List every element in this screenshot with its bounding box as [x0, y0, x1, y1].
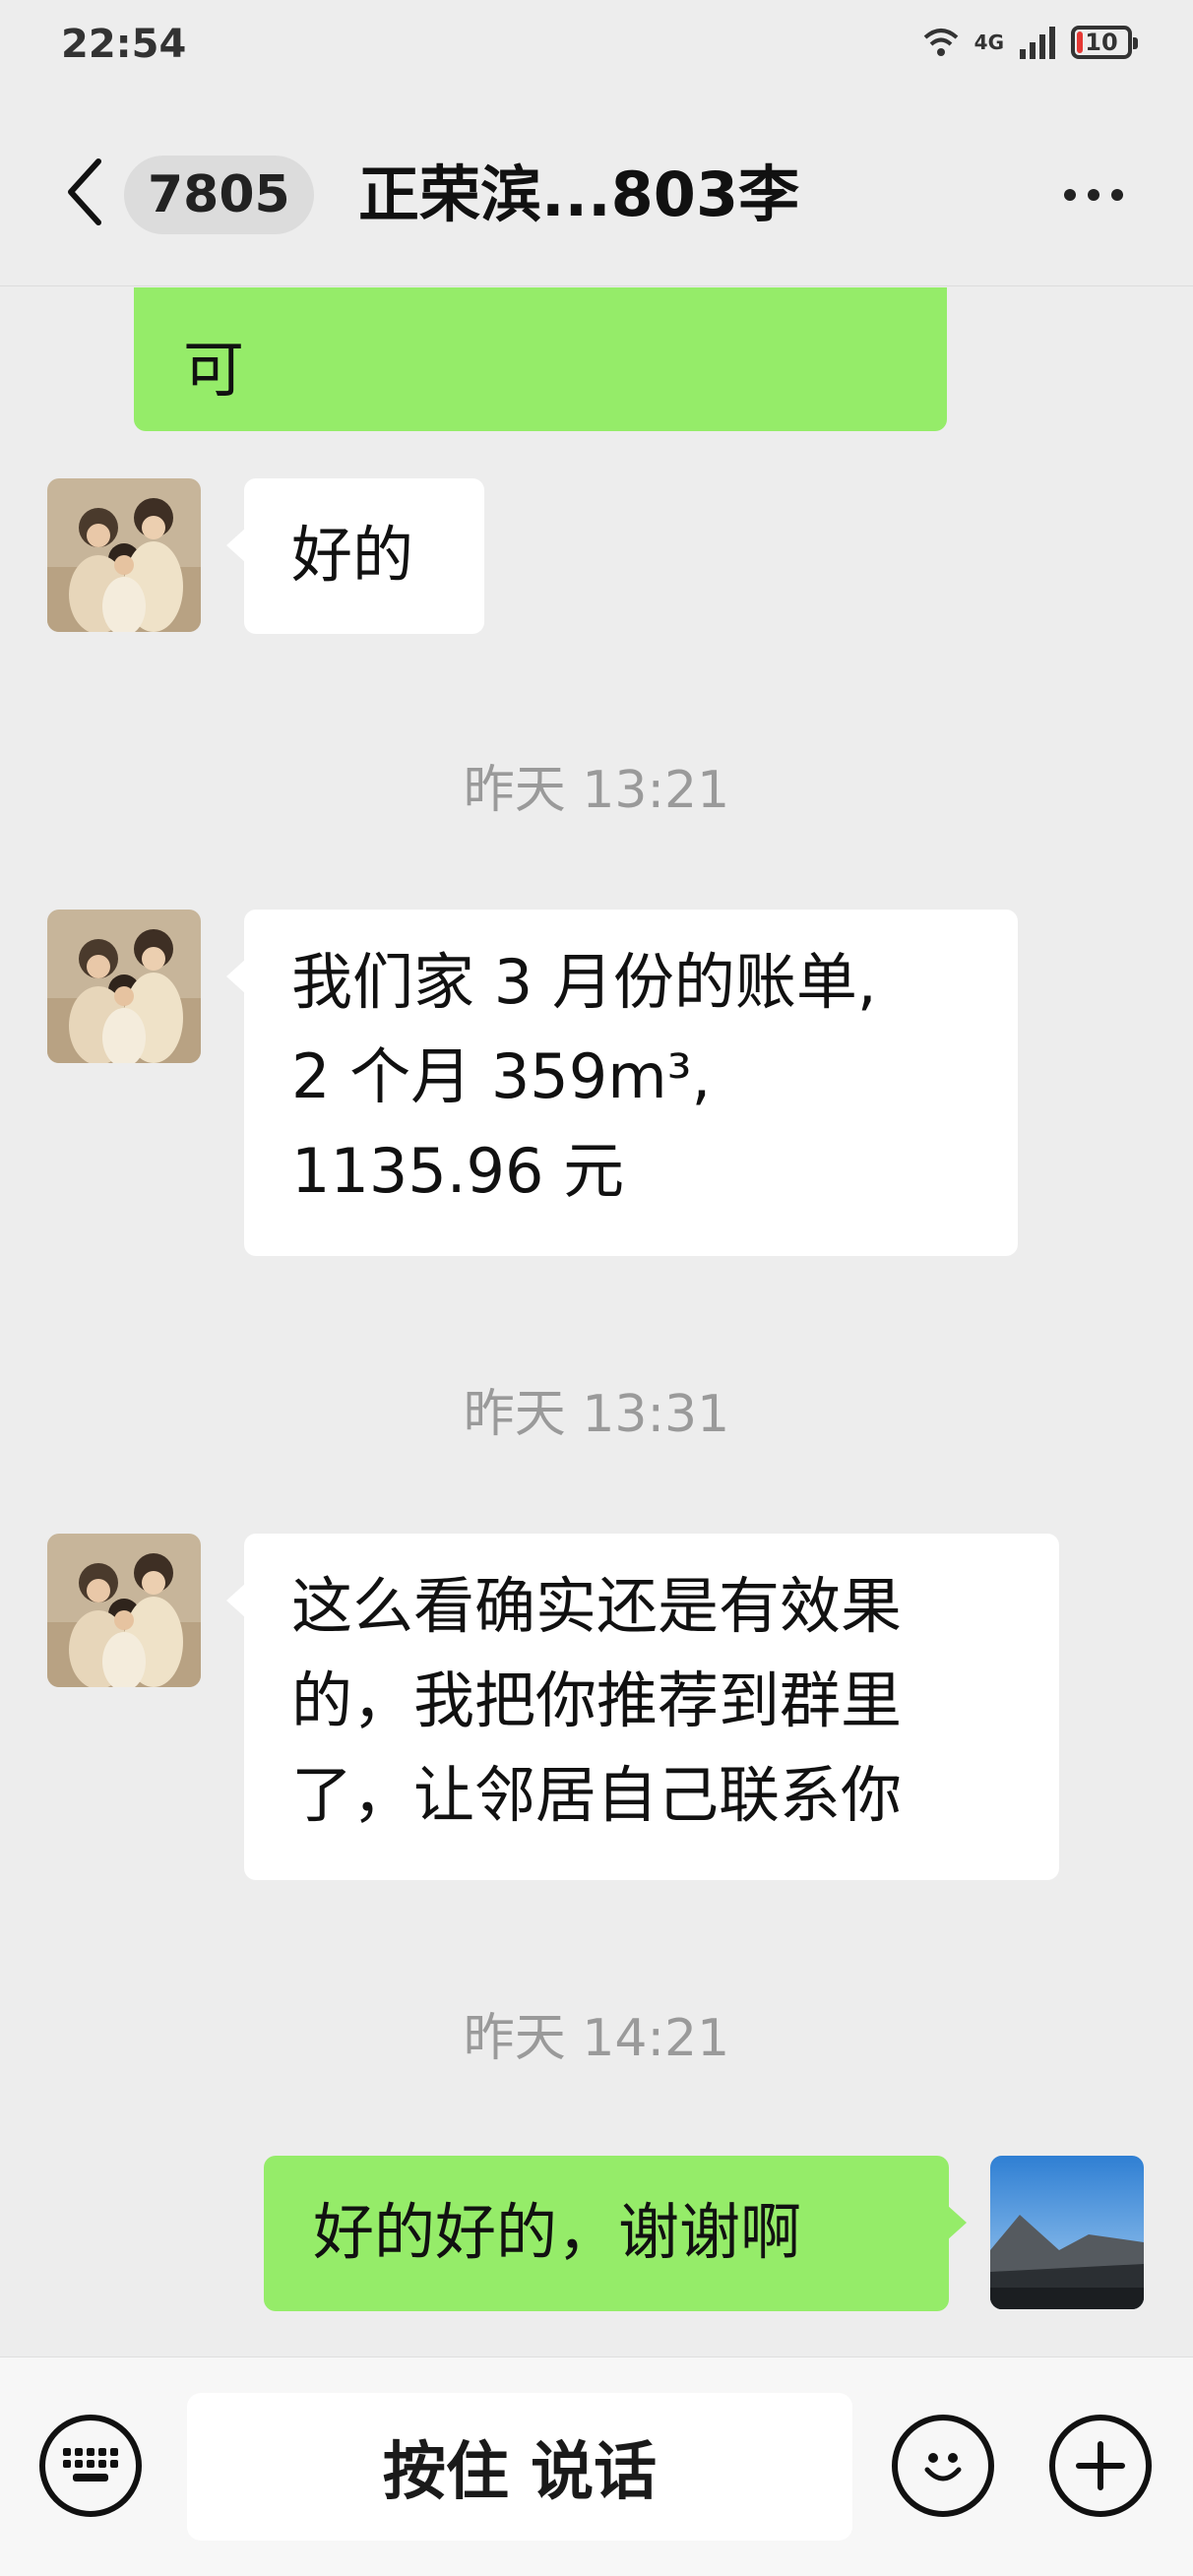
signal-icon [1020, 27, 1055, 59]
input-bar: 按住 说话 [0, 2356, 1193, 2576]
avatar[interactable] [47, 1534, 201, 1687]
contact-photo [47, 910, 201, 1063]
chevron-left-icon [68, 158, 101, 225]
message-list[interactable]: 可 好的 昨天 13:21 我们家 3 月份的账单, 2 个月 359m³, 1… [0, 287, 1193, 2356]
chat-header: 7805 正荣滨...803李 [0, 98, 1193, 286]
emoji-button[interactable] [892, 2415, 994, 2517]
message-line: 了，让邻居自己联系你 [291, 1759, 903, 1831]
plus-button[interactable] [1049, 2415, 1152, 2517]
message-timestamp: 昨天 13:21 [463, 761, 730, 820]
more-dot [1088, 189, 1099, 201]
hold-to-talk-button[interactable]: 按住 说话 [187, 2393, 852, 2541]
emoji-icon [924, 2453, 962, 2482]
plus-icon [1076, 2441, 1125, 2490]
message-bubble-incoming[interactable]: 好的 [226, 478, 484, 634]
battery-level: 10 [1085, 29, 1118, 56]
my-avatar[interactable] [990, 2156, 1144, 2309]
more-dots-icon [1064, 189, 1076, 201]
contact-photo [47, 1534, 201, 1687]
keyboard-icon [63, 2448, 118, 2482]
status-time: 22:54 [61, 22, 187, 67]
chat-title[interactable]: 正荣滨...803李 [358, 156, 799, 234]
message-line: 1135.96 元 [291, 1135, 625, 1207]
message-line: 我们家 3 月份的账单, [291, 946, 877, 1018]
landscape-photo [990, 2156, 1144, 2309]
message-line: 2 个月 359m³, [291, 1040, 712, 1112]
keyboard-button[interactable] [39, 2415, 142, 2517]
network-type: 4G [973, 31, 1004, 54]
message-line: 这么看确实还是有效果 [291, 1570, 903, 1642]
more-dot [1111, 189, 1123, 201]
message-text: 好的 [291, 519, 414, 591]
message-timestamp: 昨天 13:31 [463, 1385, 730, 1444]
message-text: 可 [183, 334, 245, 406]
contact-photo [47, 478, 201, 632]
unread-count-badge[interactable]: 7805 [124, 156, 314, 234]
message-bubble-outgoing[interactable]: 好的好的，谢谢啊 [264, 2156, 967, 2311]
wifi-icon [923, 29, 958, 56]
message-timestamp: 昨天 14:21 [463, 2009, 730, 2068]
message-bubble-incoming[interactable]: 这么看确实还是有效果 的，我把你推荐到群里 了，让邻居自己联系你 [226, 1534, 1059, 1880]
status-bar: 22:54 4G 10 [0, 0, 1193, 98]
back-button[interactable] [55, 148, 114, 236]
status-icons: 4G 10 [921, 26, 1138, 59]
message-text: 好的好的，谢谢啊 [313, 2196, 802, 2268]
message-bubble-outgoing[interactable]: 可 [134, 287, 947, 431]
more-button[interactable] [1049, 165, 1138, 224]
avatar[interactable] [47, 910, 201, 1063]
avatar[interactable] [47, 478, 201, 632]
battery-icon: 10 [1071, 26, 1138, 59]
message-line: 的，我把你推荐到群里 [291, 1665, 903, 1736]
message-bubble-incoming[interactable]: 我们家 3 月份的账单, 2 个月 359m³, 1135.96 元 [226, 910, 1018, 1256]
